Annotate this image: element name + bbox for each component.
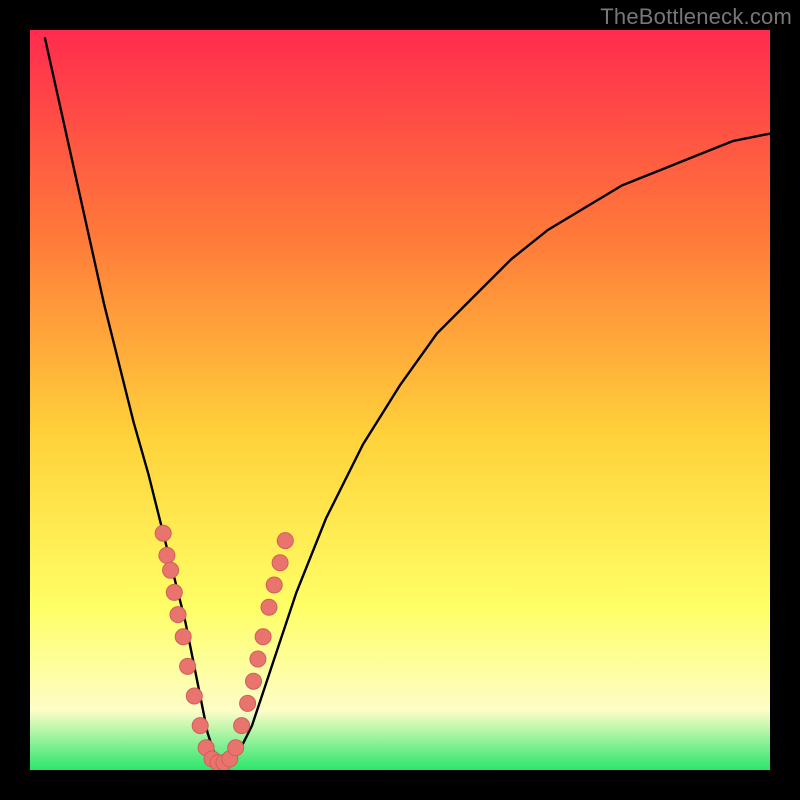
curve-marker bbox=[277, 533, 293, 549]
curve-marker bbox=[192, 718, 208, 734]
curve-marker bbox=[246, 673, 262, 689]
watermark-text: TheBottleneck.com bbox=[600, 4, 792, 30]
curve-marker bbox=[186, 688, 202, 704]
curve-marker bbox=[250, 651, 266, 667]
curve-marker bbox=[155, 525, 171, 541]
curve-marker bbox=[166, 584, 182, 600]
curve-marker bbox=[240, 695, 256, 711]
curve-marker bbox=[272, 555, 288, 571]
curve-marker bbox=[159, 547, 175, 563]
curve-marker bbox=[266, 577, 282, 593]
plot-area bbox=[30, 30, 770, 770]
curve-marker bbox=[170, 607, 186, 623]
curve-marker bbox=[228, 740, 244, 756]
curve-marker bbox=[234, 718, 250, 734]
curve-marker bbox=[261, 599, 277, 615]
curve-marker bbox=[255, 629, 271, 645]
curve-marker bbox=[163, 562, 179, 578]
curve-marker bbox=[175, 629, 191, 645]
chart-frame: TheBottleneck.com bbox=[0, 0, 800, 800]
gradient-background bbox=[30, 30, 770, 770]
curve-marker bbox=[180, 658, 196, 674]
bottleneck-chart bbox=[30, 30, 770, 770]
